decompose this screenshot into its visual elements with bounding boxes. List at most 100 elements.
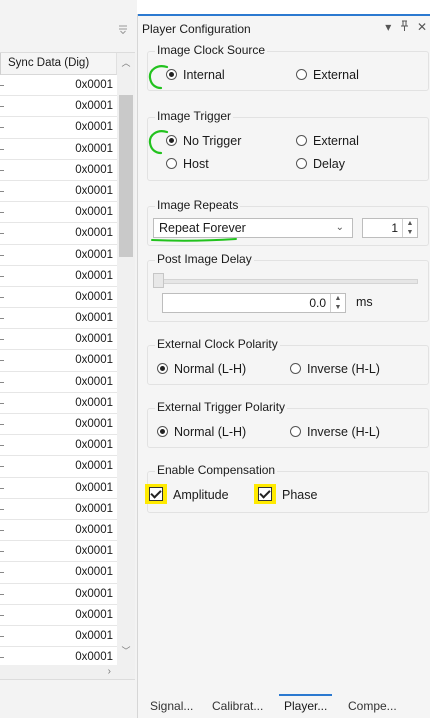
table-row[interactable]: 0x0001 (0, 499, 117, 520)
table-row[interactable]: 0x0001 (0, 223, 117, 245)
table-row[interactable]: 0x0001 (0, 329, 117, 351)
scrollbar-thumb[interactable] (119, 95, 133, 257)
table-row[interactable]: 0x0001 (0, 626, 117, 648)
table-row[interactable]: 0x0001 (0, 456, 117, 478)
radio-clock-inverse[interactable]: Inverse (H-L) (290, 360, 380, 378)
radio-external-clock-label: External (313, 68, 359, 82)
table-row[interactable]: 0x0001 (0, 541, 117, 563)
tab-signal[interactable]: Signal... (150, 694, 193, 718)
checkbox-amplitude[interactable]: Amplitude (149, 486, 229, 504)
radio-clock-inverse-label: Inverse (H-L) (307, 362, 380, 376)
image-trigger-group: Image Trigger No Trigger External Host D… (147, 109, 429, 181)
radio-trigger-normal-indicator[interactable] (157, 426, 168, 437)
checkbox-amplitude-label: Amplitude (173, 488, 229, 502)
radio-no-trigger-label: No Trigger (183, 134, 242, 148)
image-clock-source-group: Image Clock Source Internal External (147, 43, 429, 91)
tab-calibration[interactable]: Calibrat... (212, 694, 263, 718)
spin-up-icon[interactable]: ▲ (331, 294, 345, 303)
radio-clock-normal-label: Normal (L-H) (174, 362, 247, 376)
scroll-right-icon[interactable]: › (108, 666, 111, 677)
spin-down-icon[interactable]: ▼ (331, 303, 345, 312)
vertical-scrollbar[interactable]: ︿ ﹀ (117, 53, 135, 665)
repeat-mode-value: Repeat Forever (159, 221, 246, 235)
grid-rows: 0x0001 0x0001 0x0001 0x0001 0x0001 0x0001 0x00… (0, 75, 117, 669)
table-row[interactable]: 0x0001 (0, 139, 117, 160)
delay-spinner[interactable]: 0.0 ▲ ▼ (162, 293, 346, 313)
spin-up-icon[interactable]: ▲ (403, 219, 417, 228)
radio-trigger-inverse[interactable]: Inverse (H-L) (290, 423, 380, 441)
table-row[interactable]: 0x0001 (0, 478, 117, 499)
checkbox-phase-box[interactable] (258, 487, 272, 501)
delay-stepper[interactable]: ▲ ▼ (330, 294, 345, 312)
radio-host-indicator[interactable] (166, 158, 177, 169)
horizontal-scrollbar[interactable]: › (0, 665, 135, 679)
delay-slider-track[interactable] (153, 279, 418, 284)
image-repeats-group: Image Repeats Repeat Forever ⌄ 1 ▲ ▼ (147, 198, 429, 246)
radio-delay-indicator[interactable] (296, 158, 307, 169)
radio-internal-indicator[interactable] (166, 69, 177, 80)
checkbox-phase[interactable]: Phase (258, 486, 317, 504)
table-row[interactable]: 0x0001 (0, 202, 117, 224)
panel-controls: ▾ ✕ (380, 20, 427, 34)
table-row[interactable]: 0x0001 (0, 287, 117, 309)
player-configuration-panel: Player Configuration ▾ ✕ Image Clock Sou… (137, 14, 430, 718)
overflow-icon[interactable] (119, 24, 127, 34)
radio-host[interactable]: Host (166, 155, 209, 173)
panel-title: Player Configuration (142, 22, 251, 36)
radio-trigger-normal[interactable]: Normal (L-H) (157, 423, 246, 441)
table-row[interactable]: 0x0001 (0, 520, 117, 542)
repeat-count-value[interactable]: 1 (391, 221, 398, 235)
radio-clock-normal[interactable]: Normal (L-H) (157, 360, 246, 378)
radio-no-trigger[interactable]: No Trigger (166, 132, 241, 150)
table-row[interactable]: 0x0001 (0, 117, 117, 139)
chevron-down-icon[interactable]: ⌄ (336, 219, 344, 237)
radio-external-clock-indicator[interactable] (296, 69, 307, 80)
table-row[interactable]: 0x0001 (0, 75, 117, 97)
radio-external-trigger[interactable]: External (296, 132, 359, 150)
repeat-count-spinner[interactable]: 1 ▲ ▼ (362, 218, 418, 238)
radio-delay[interactable]: Delay (296, 155, 345, 173)
tab-player[interactable]: Player... (279, 694, 333, 718)
panel-menu-icon[interactable]: ▾ (385, 20, 391, 34)
tab-compensation[interactable]: Compe... (348, 694, 397, 718)
spin-down-icon[interactable]: ▼ (403, 228, 417, 237)
column-header-sync-data[interactable]: Sync Data (Dig) (0, 53, 117, 75)
radio-no-trigger-indicator[interactable] (166, 135, 177, 146)
table-row[interactable]: 0x0001 (0, 372, 117, 393)
table-row[interactable]: 0x0001 (0, 308, 117, 330)
pin-icon[interactable] (400, 20, 412, 34)
table-row[interactable]: 0x0001 (0, 245, 117, 266)
table-row[interactable]: 0x0001 (0, 350, 117, 372)
scroll-up-icon[interactable]: ︿ (120, 57, 132, 69)
repeat-count-stepper[interactable]: ▲ ▼ (402, 219, 417, 237)
radio-trigger-inverse-indicator[interactable] (290, 426, 301, 437)
table-row[interactable]: 0x0001 (0, 160, 117, 181)
table-row[interactable]: 0x0001 (0, 605, 117, 626)
table-row[interactable]: 0x0001 (0, 414, 117, 436)
delay-value[interactable]: 0.0 (309, 296, 326, 310)
radio-external-trigger-indicator[interactable] (296, 135, 307, 146)
external-trigger-polarity-group: External Trigger Polarity Normal (L-H) I… (147, 400, 429, 448)
panel-accent-bar (138, 14, 430, 16)
radio-external-clock[interactable]: External (296, 66, 359, 84)
radio-internal[interactable]: Internal (166, 66, 225, 84)
post-image-delay-group: Post Image Delay 0.0 ▲ ▼ ms (147, 252, 429, 322)
table-row[interactable]: 0x0001 (0, 584, 117, 605)
close-icon[interactable]: ✕ (417, 20, 427, 34)
table-row[interactable]: 0x0001 (0, 266, 117, 287)
table-row[interactable]: 0x0001 (0, 181, 117, 203)
checkbox-amplitude-box[interactable] (149, 487, 163, 501)
radio-clock-inverse-indicator[interactable] (290, 363, 301, 374)
scroll-down-icon[interactable]: ﹀ (120, 645, 132, 657)
table-row[interactable]: 0x0001 (0, 562, 117, 584)
table-row[interactable]: 0x0001 (0, 393, 117, 414)
radio-delay-label: Delay (313, 157, 345, 171)
post-image-delay-label: Post Image Delay (155, 252, 254, 266)
external-trigger-polarity-label: External Trigger Polarity (155, 400, 288, 414)
radio-trigger-inverse-label: Inverse (H-L) (307, 425, 380, 439)
delay-slider-thumb[interactable] (153, 273, 164, 288)
radio-clock-normal-indicator[interactable] (157, 363, 168, 374)
repeat-mode-select[interactable]: Repeat Forever ⌄ (153, 218, 353, 238)
table-row[interactable]: 0x0001 (0, 435, 117, 457)
table-row[interactable]: 0x0001 (0, 96, 117, 118)
